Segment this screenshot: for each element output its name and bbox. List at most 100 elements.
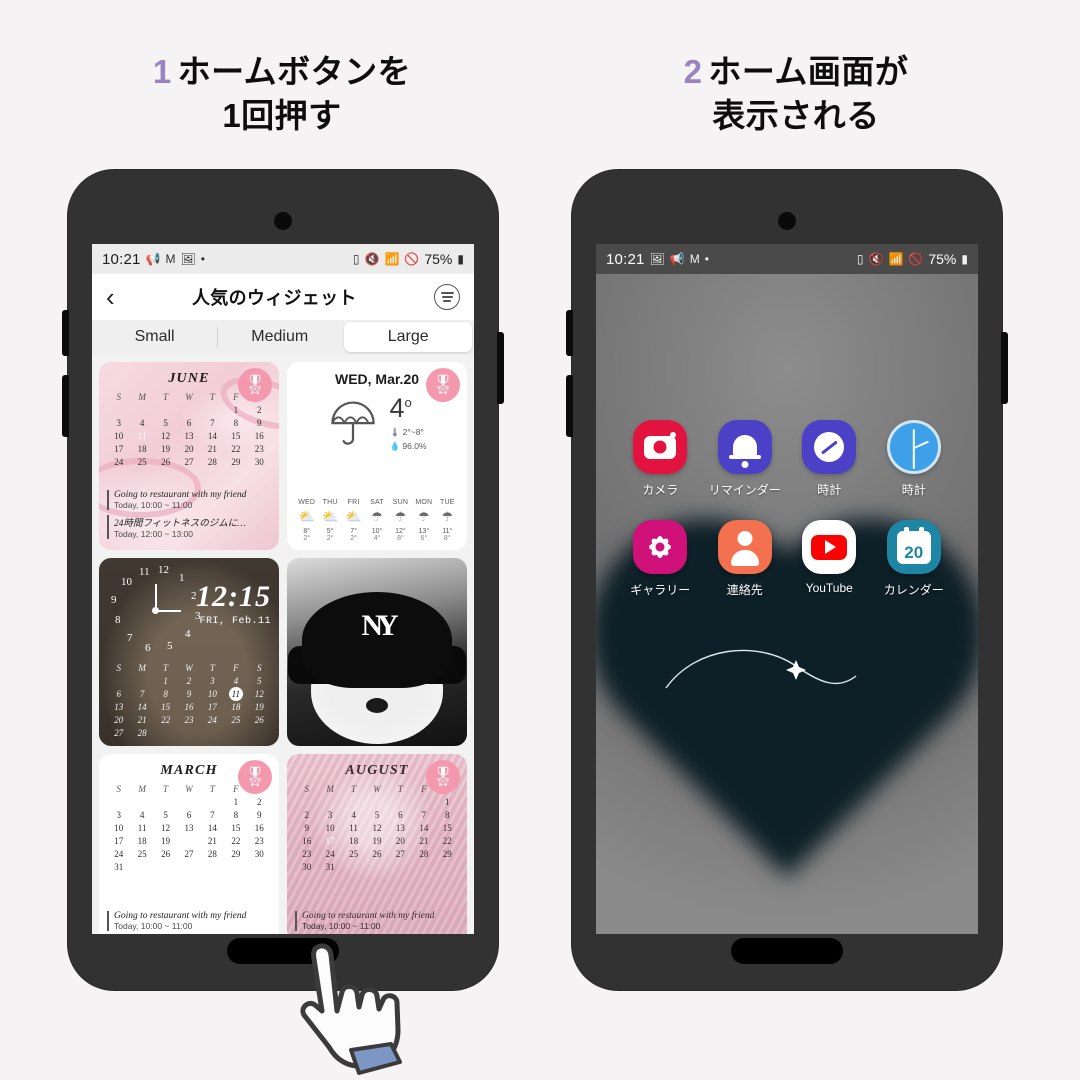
calendar-day[interactable]: 3 (201, 676, 224, 686)
calendar-day[interactable]: 29 (224, 849, 247, 859)
tab-medium[interactable]: Medium (217, 320, 342, 354)
calendar-day[interactable]: 5 (365, 810, 388, 820)
calendar-day[interactable]: 14 (412, 823, 435, 833)
calendar-day[interactable]: 10 (107, 823, 130, 833)
calendar-day[interactable]: 25 (130, 849, 153, 859)
calendar-day[interactable]: 22 (224, 444, 247, 454)
calendar-day[interactable]: 8 (436, 810, 459, 820)
calendar-day[interactable]: 9 (295, 823, 318, 833)
widget-clock-cat[interactable]: 121 23 45 67 89 1011 12:15 FRI, Feb.11 (99, 558, 279, 746)
calendar-day[interactable]: 7 (412, 810, 435, 820)
calendar-day[interactable]: 6 (389, 810, 412, 820)
calendar-day[interactable]: 28 (412, 849, 435, 859)
calendar-day[interactable]: 24 (107, 457, 130, 467)
calendar-day[interactable]: 3 (107, 810, 130, 820)
home-button[interactable] (731, 938, 843, 964)
calendar-day[interactable]: 27 (177, 849, 200, 859)
calendar-day[interactable]: 19 (365, 836, 388, 846)
calendar-day[interactable]: 2 (295, 810, 318, 820)
volume-up-button[interactable] (566, 310, 573, 356)
calendar-day[interactable]: 6 (107, 689, 130, 699)
widget-calendar-june[interactable]: 🎖 JUNE SMTWTFS12345678910111213141516171… (99, 362, 279, 550)
calendar-day[interactable]: 31 (318, 862, 341, 872)
calendar-day[interactable]: 23 (295, 849, 318, 859)
calendar-day[interactable]: 28 (201, 457, 224, 467)
calendar-day[interactable]: 5 (154, 810, 177, 820)
calendar-day[interactable]: 9 (248, 810, 271, 820)
calendar-day[interactable]: 2 (248, 797, 271, 807)
calendar-day[interactable]: 15 (436, 823, 459, 833)
calendar-day[interactable]: 6 (177, 810, 200, 820)
calendar-day[interactable]: 2 (248, 405, 271, 415)
calendar-day[interactable]: 7 (201, 418, 224, 428)
widget-weather[interactable]: 🎖 WED, Mar.20 4o 🌡 2°~8° 💧 96.0% WED ⛅ 8… (287, 362, 467, 550)
app-reminder[interactable]: リマインダー (703, 420, 788, 498)
calendar-day[interactable]: 25 (130, 457, 153, 467)
calendar-day[interactable]: 13 (177, 431, 200, 441)
calendar-day[interactable]: 15 (224, 823, 247, 833)
app-clock[interactable]: 時計 (872, 420, 957, 498)
calendar-day[interactable]: 26 (365, 849, 388, 859)
widget-calendar-august[interactable]: 🎖 AUGUST SMTWTFS123456789101112131415161… (287, 754, 467, 934)
widget-photo-dog[interactable]: NY (287, 558, 467, 746)
volume-up-button[interactable] (62, 310, 69, 356)
calendar-day[interactable]: 24 (107, 849, 130, 859)
calendar-day[interactable]: 30 (295, 862, 318, 872)
calendar-day[interactable]: 8 (224, 810, 247, 820)
calendar-day-selected[interactable]: 11 (224, 689, 247, 699)
calendar-day[interactable]: 4 (130, 418, 153, 428)
calendar-day[interactable]: 8 (224, 418, 247, 428)
calendar-day[interactable]: 28 (130, 728, 153, 738)
calendar-day[interactable]: 9 (177, 689, 200, 699)
calendar-day[interactable]: 16 (177, 702, 200, 712)
calendar-day[interactable]: 22 (154, 715, 177, 725)
calendar-day[interactable]: 14 (130, 702, 153, 712)
calendar-day[interactable]: 4 (342, 810, 365, 820)
calendar-day[interactable]: 11 (130, 823, 153, 833)
calendar-day[interactable]: 18 (130, 444, 153, 454)
app-clock-compass[interactable]: 時計 (787, 420, 872, 498)
power-button[interactable] (1001, 332, 1008, 404)
calendar-day[interactable]: 7 (201, 810, 224, 820)
tab-small[interactable]: Small (92, 320, 217, 354)
calendar-day[interactable]: 3 (107, 418, 130, 428)
calendar-day[interactable]: 13 (389, 823, 412, 833)
calendar-day[interactable]: 17 (107, 444, 130, 454)
volume-down-button[interactable] (62, 375, 69, 437)
calendar-day[interactable]: 23 (177, 715, 200, 725)
calendar-day[interactable]: 6 (177, 418, 200, 428)
calendar-day-selected[interactable]: 17 (318, 836, 341, 846)
calendar-day[interactable]: 26 (154, 849, 177, 859)
calendar-day[interactable]: 8 (154, 689, 177, 699)
calendar-day[interactable]: 16 (248, 823, 271, 833)
calendar-day[interactable]: 21 (201, 836, 224, 846)
calendar-day[interactable]: 25 (342, 849, 365, 859)
calendar-day[interactable]: 21 (412, 836, 435, 846)
calendar-day[interactable]: 1 (436, 797, 459, 807)
calendar-day[interactable]: 19 (154, 444, 177, 454)
calendar-day[interactable]: 23 (248, 444, 271, 454)
calendar-day[interactable]: 10 (107, 431, 130, 441)
calendar-day[interactable]: 27 (107, 728, 130, 738)
calendar-day[interactable]: 24 (201, 715, 224, 725)
calendar-day[interactable]: 7 (130, 689, 153, 699)
calendar-day[interactable]: 10 (201, 689, 224, 699)
calendar-day[interactable]: 20 (107, 715, 130, 725)
tab-large[interactable]: Large (344, 322, 473, 352)
calendar-day[interactable]: 18 (342, 836, 365, 846)
calendar-day[interactable]: 11 (342, 823, 365, 833)
calendar-day[interactable]: 22 (224, 836, 247, 846)
calendar-day[interactable]: 2 (177, 676, 200, 686)
app-gallery[interactable]: ギャラリー (618, 520, 703, 598)
calendar-day[interactable]: 15 (224, 431, 247, 441)
app-camera[interactable]: カメラ (618, 420, 703, 498)
calendar-day[interactable]: 5 (248, 676, 271, 686)
calendar-day[interactable]: 4 (224, 676, 247, 686)
calendar-day[interactable]: 1 (224, 405, 247, 415)
calendar-day[interactable]: 27 (177, 457, 200, 467)
calendar-day[interactable]: 19 (248, 702, 271, 712)
calendar-day[interactable]: 29 (224, 457, 247, 467)
app-youtube[interactable]: YouTube (787, 520, 872, 598)
back-button[interactable]: ‹ (106, 284, 115, 310)
app-calendar[interactable]: 20 カレンダー (872, 520, 957, 598)
